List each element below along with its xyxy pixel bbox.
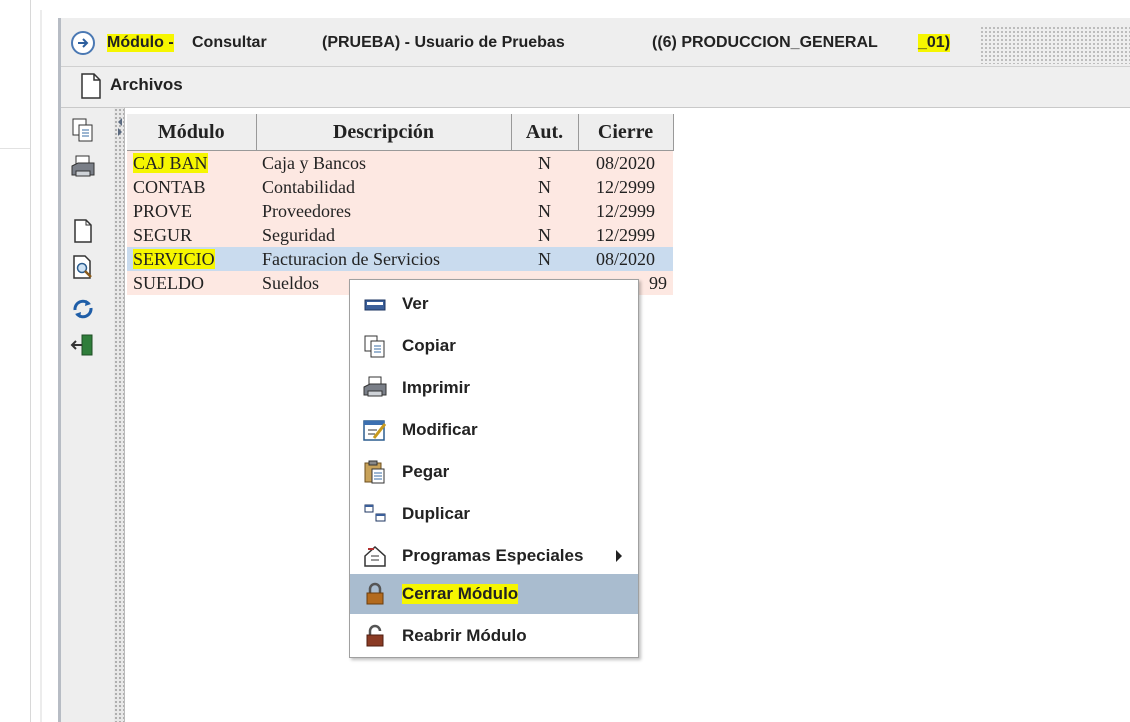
table-row[interactable]: CAJ BAN Caja y Bancos N 08/2020 [127, 150, 673, 175]
window-app-icon [71, 31, 95, 55]
menu-item-copiar[interactable]: Copiar [350, 326, 638, 366]
refresh-icon[interactable] [70, 296, 96, 322]
cell-descripcion: Proveedores [256, 199, 511, 223]
menu-item-programas-especiales[interactable]: Programas Especiales [350, 536, 638, 576]
edit-icon [363, 420, 387, 441]
title-context: (PRUEBA) - Usuario de Pruebas [322, 34, 565, 51]
submenu-arrow-icon [616, 550, 622, 562]
cell-modulo: CAJ BAN [133, 152, 208, 173]
cell-aut: N [511, 150, 578, 175]
cell-aut: N [511, 247, 578, 271]
table-row[interactable]: CONTAB Contabilidad N 12/2999 [127, 175, 673, 199]
menu-item-label: Pegar [402, 462, 450, 481]
context-menu: Ver Copiar Imprimir Modificar Pegar Dupl… [349, 279, 639, 658]
cell-descripcion: Contabilidad [256, 175, 511, 199]
cell-descripcion: Caja y Bancos [256, 150, 511, 175]
cell-modulo: SEGUR [127, 223, 256, 247]
duplicate-icon [364, 504, 386, 522]
cell-cierre: 12/2999 [578, 175, 673, 199]
menu-item-label: Copiar [402, 336, 456, 355]
title-action: Consultar [192, 34, 267, 51]
column-header-modulo[interactable]: Módulo [127, 114, 257, 151]
copy-icon[interactable] [70, 117, 96, 143]
menu-item-ver[interactable]: Ver [350, 284, 638, 324]
menu-item-label: Modificar [402, 420, 478, 439]
left-edge-tick [0, 148, 30, 149]
menu-item-modificar[interactable]: Modificar [350, 410, 638, 450]
menu-item-cerrar-modulo[interactable]: Cerrar Módulo [350, 574, 638, 614]
lock-icon [366, 582, 384, 605]
menu-item-imprimir[interactable]: Imprimir [350, 368, 638, 408]
unlock-icon [366, 624, 384, 647]
vertical-toolbar [61, 108, 111, 722]
splitter-arrows-icon[interactable] [116, 116, 124, 138]
cell-cierre: 08/2020 [578, 247, 673, 271]
print-icon [363, 376, 387, 397]
cell-modulo: SUELDO [127, 271, 256, 295]
cell-modulo: SERVICIO [133, 248, 215, 269]
menu-item-label: Duplicar [402, 504, 471, 523]
title-bar-texture [980, 26, 1130, 64]
cell-cierre: 08/2020 [578, 150, 673, 175]
cell-aut: N [511, 199, 578, 223]
menu-item-label: Imprimir [402, 378, 471, 397]
cell-cierre: 12/2999 [578, 223, 673, 247]
panel-splitter[interactable] [114, 108, 125, 722]
left-edge-line [30, 0, 31, 722]
exit-icon[interactable] [70, 332, 96, 358]
view-icon [364, 299, 386, 311]
preview-icon[interactable] [70, 254, 96, 280]
menu-archivos[interactable]: Archivos [110, 75, 183, 95]
new-document-icon[interactable] [70, 218, 96, 244]
copy-icon [364, 335, 385, 358]
menu-item-label: Programas Especiales [402, 546, 584, 565]
menu-item-label: Reabrir Módulo [402, 626, 527, 645]
cell-modulo: PROVE [127, 199, 256, 223]
special-programs-icon [364, 545, 386, 567]
paste-icon [364, 460, 385, 484]
menu-item-duplicar[interactable]: Duplicar [350, 494, 638, 534]
column-header-descripcion[interactable]: Descripción [256, 114, 512, 151]
column-header-aut[interactable]: Aut. [511, 114, 579, 151]
cell-descripcion: Seguridad [256, 223, 511, 247]
table-row[interactable]: SEGUR Seguridad N 12/2999 [127, 223, 673, 247]
title-module-prefix: Módulo - [107, 34, 174, 52]
menu-item-reabrir-modulo[interactable]: Reabrir Módulo [350, 616, 638, 656]
table-row[interactable]: PROVE Proveedores N 12/2999 [127, 199, 673, 223]
table-row-selected[interactable]: SERVICIO Facturacion de Servicios N 08/2… [127, 247, 673, 271]
column-header-cierre[interactable]: Cierre [578, 114, 674, 151]
title-company: ((6) PRODUCCION_GENERAL [652, 34, 878, 51]
file-menu-icon [81, 73, 101, 99]
menu-item-label: Cerrar Módulo [402, 584, 519, 604]
print-icon[interactable] [70, 154, 96, 180]
cell-modulo: CONTAB [127, 175, 256, 199]
cell-aut: N [511, 223, 578, 247]
cell-cierre: 12/2999 [578, 199, 673, 223]
menu-item-label: Ver [402, 294, 429, 313]
menu-bar [61, 67, 1130, 108]
modules-table: Módulo Descripción Aut. Cierre CAJ BAN C… [127, 114, 674, 295]
cell-aut: N [511, 175, 578, 199]
cell-descripcion: Facturacion de Servicios [256, 247, 511, 271]
menu-item-pegar[interactable]: Pegar [350, 452, 638, 492]
title-company-suffix: _01) [918, 34, 951, 52]
